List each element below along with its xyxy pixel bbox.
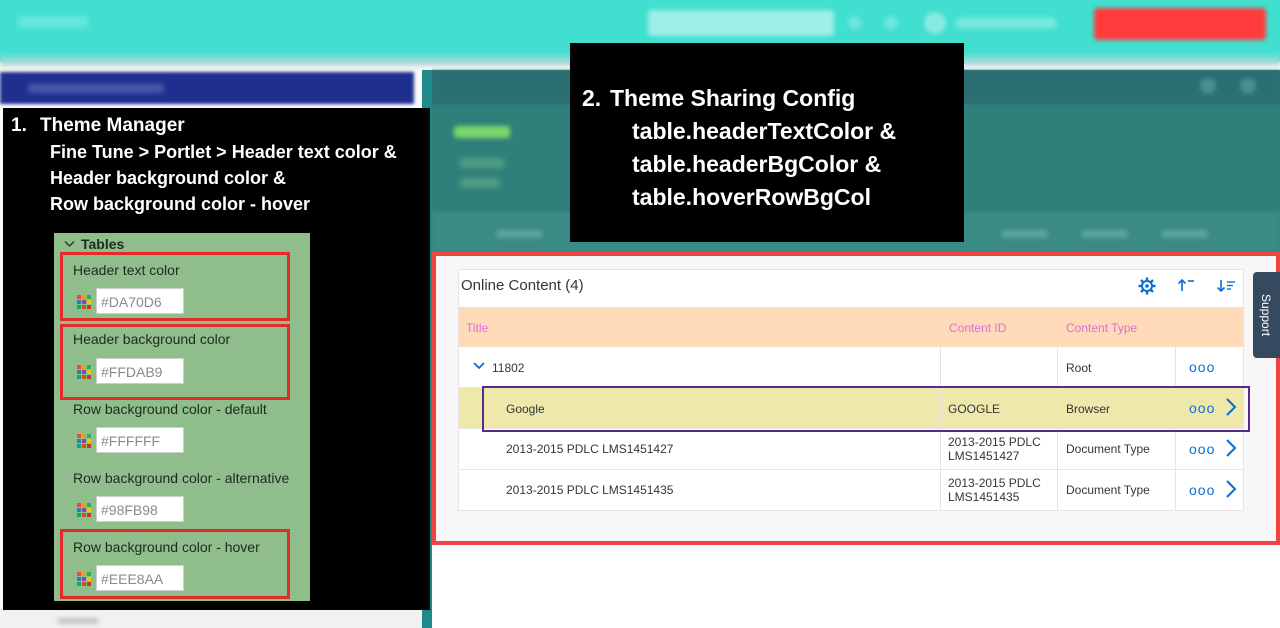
tables-section-header[interactable]: Tables <box>64 236 124 252</box>
row-bg-default-label: Row background color - default <box>73 401 267 417</box>
sort-descending-icon <box>1216 280 1235 293</box>
annotation-number: 1. <box>11 115 27 136</box>
annotation-line: table.headerTextColor & <box>632 118 897 144</box>
annotation-heading: Theme Sharing Config <box>610 85 856 111</box>
shell-logo <box>18 16 88 28</box>
sort-descending-icon[interactable] <box>1216 276 1238 298</box>
content-subtitle <box>460 158 504 168</box>
hover-row-highlight <box>482 386 1250 432</box>
row-content-type: Root <box>1066 361 1092 375</box>
annotation-line: Row background color - hover <box>50 194 311 214</box>
table-header-row: Title Content ID Content Type <box>459 307 1243 347</box>
row-bg-default-input[interactable] <box>96 427 184 453</box>
shell-action-button[interactable] <box>1094 8 1266 40</box>
settings-gear-icon[interactable] <box>1136 276 1158 298</box>
row-title: 11802 <box>492 361 525 375</box>
chevron-down-icon[interactable] <box>473 361 485 371</box>
online-content-title: Online Content (4) <box>461 277 584 294</box>
table-row[interactable]: 2013-2015 PDLC LMS1451435 2013-2015 PDLC… <box>459 470 1243 511</box>
highlight-header-text-color <box>60 252 290 321</box>
annotation-line: Header background color & <box>50 168 287 188</box>
content-lower-area <box>432 545 1280 628</box>
column-header-title[interactable]: Title <box>466 321 488 335</box>
sort-ascending-icon[interactable] <box>1176 276 1198 298</box>
annotation-line: table.headerBgColor & <box>632 151 882 177</box>
left-panel-header <box>0 72 414 104</box>
highlight-header-bg-color <box>60 324 290 400</box>
row-content-id-line2: LMS1451427 <box>948 449 1020 463</box>
left-panel-footer <box>0 608 432 628</box>
more-actions-icon[interactable]: ooo <box>1189 482 1215 498</box>
support-tab-label: Support <box>1259 294 1273 337</box>
annotation-line: Fine Tune > Portlet > Header text color … <box>50 142 397 162</box>
support-tab[interactable]: Support <box>1253 272 1280 358</box>
user-name <box>956 18 1056 28</box>
content-subtitle <box>460 178 500 188</box>
help-icon[interactable] <box>884 16 898 30</box>
color-picker-icon[interactable] <box>76 433 92 449</box>
tab[interactable] <box>496 230 542 238</box>
column-header-content-type[interactable]: Content Type <box>1066 321 1137 335</box>
row-content-id-line1: 2013-2015 PDLC <box>948 476 1041 490</box>
row-content-type: Document Type <box>1066 483 1150 497</box>
toolbar-icon[interactable] <box>1240 78 1256 94</box>
row-bg-default-field[interactable] <box>99 431 183 451</box>
row-content-type: Document Type <box>1066 442 1150 456</box>
row-bg-alternative-field[interactable] <box>99 500 183 520</box>
chevron-right-icon[interactable] <box>1223 478 1239 500</box>
notification-icon[interactable] <box>848 16 862 30</box>
tab[interactable] <box>1002 230 1048 238</box>
annotation-heading: Theme Manager <box>40 115 185 136</box>
theme-sharing-annotation: 2. Theme Sharing Config table.headerText… <box>570 43 964 242</box>
shell-search-input[interactable] <box>648 10 834 36</box>
more-actions-icon[interactable]: ooo <box>1189 359 1215 375</box>
row-title: 2013-2015 PDLC LMS1451427 <box>506 442 674 456</box>
annotation-number: 2. <box>582 85 602 111</box>
annotation-line: table.hoverRowBgCol <box>632 184 871 210</box>
color-picker-icon[interactable] <box>76 502 92 518</box>
table-row[interactable]: 11802 Root ooo <box>459 347 1243 388</box>
sort-ascending-icon <box>1177 278 1194 291</box>
more-actions-icon[interactable]: ooo <box>1189 441 1215 457</box>
chevron-right-icon[interactable] <box>1223 437 1239 459</box>
toolbar-icon[interactable] <box>1200 78 1216 94</box>
highlight-row-bg-hover <box>60 529 290 599</box>
row-bg-alternative-label: Row background color - alternative <box>73 470 290 486</box>
row-title: 2013-2015 PDLC LMS1451435 <box>506 483 674 497</box>
settings-gear-icon <box>1138 277 1156 295</box>
avatar[interactable] <box>924 12 946 34</box>
tables-section-title: Tables <box>81 236 125 252</box>
table-row[interactable]: 2013-2015 PDLC LMS1451427 2013-2015 PDLC… <box>459 429 1243 470</box>
row-bg-alternative-input[interactable] <box>96 496 184 522</box>
tab[interactable] <box>1162 230 1208 238</box>
row-content-id-line1: 2013-2015 PDLC <box>948 435 1041 449</box>
content-title <box>454 126 510 138</box>
chevron-down-icon <box>64 240 75 248</box>
tab[interactable] <box>1082 230 1128 238</box>
column-header-content-id[interactable]: Content ID <box>949 321 1006 335</box>
row-content-id-line2: LMS1451435 <box>948 490 1020 504</box>
